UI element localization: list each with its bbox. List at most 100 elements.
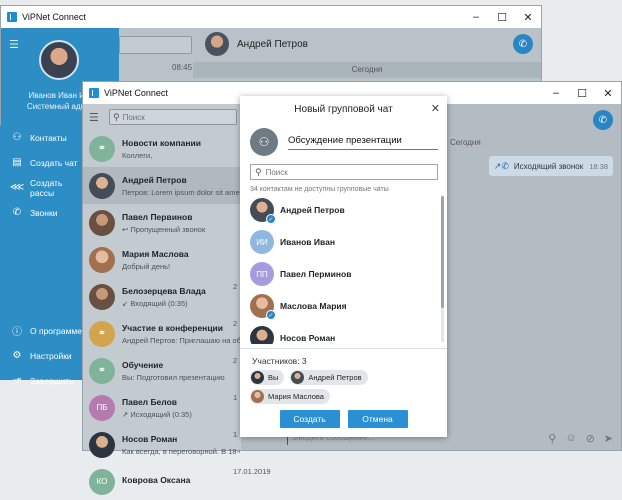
maximize-icon[interactable]: ☐ bbox=[489, 6, 515, 28]
avatar: ✓ bbox=[250, 294, 276, 320]
conversation-list: ☰ ⚲ Поиск ⚭ Новости компании Коллеги, Андре… bbox=[83, 104, 271, 495]
search-input[interactable]: ⚲ Поиск bbox=[109, 109, 237, 125]
search-icon: ⚲ bbox=[255, 166, 262, 177]
list-item[interactable]: ⚭ Новости компании Коллеги, bbox=[83, 130, 241, 167]
avatar bbox=[89, 246, 115, 273]
person-icon: ⚇ bbox=[12, 132, 22, 143]
close-icon[interactable]: ✕ bbox=[595, 82, 621, 104]
sidebar-item-info[interactable]: ⓘ О программе bbox=[0, 318, 82, 343]
contact-search-input[interactable]: ⚲ Поиск bbox=[250, 164, 438, 180]
avatar: ⚭ bbox=[89, 320, 115, 347]
close-icon[interactable]: ✕ bbox=[515, 6, 541, 28]
sidebar-item-phone[interactable]: ✆ Звонки bbox=[0, 200, 82, 225]
minimize-icon[interactable]: – bbox=[463, 6, 489, 28]
sidebar-item-gear[interactable]: ⚙ Настройки bbox=[0, 343, 82, 368]
contact-row[interactable]: ✓ Маслова Мария bbox=[246, 290, 442, 322]
outgoing-call-icon: ↗✆ bbox=[493, 160, 509, 171]
conversation-date: 17.01.2019 bbox=[233, 467, 271, 476]
avatar: ИИ bbox=[250, 230, 274, 254]
cancel-button[interactable]: Отмена bbox=[347, 410, 408, 428]
conversation-preview: Петров: Lorem ipsum dolor sit amet bbox=[122, 187, 240, 197]
contact-name: Павел Перминов bbox=[280, 269, 352, 279]
conversation-name: Участие в конференции bbox=[122, 322, 223, 333]
hamburger-icon[interactable]: ☰ bbox=[89, 111, 103, 124]
list-item[interactable]: КО Коврова Оксана 17.01.2019 bbox=[83, 463, 271, 500]
conversation-name: Обучение bbox=[122, 359, 164, 370]
avatar: ⚭ bbox=[89, 135, 115, 162]
close-icon[interactable]: ✕ bbox=[431, 102, 440, 115]
participant-chip[interactable]: Мария Маслова bbox=[250, 389, 330, 404]
avatar: ✓ bbox=[250, 198, 276, 224]
avatar: ПБ bbox=[89, 394, 115, 421]
list-item[interactable]: Андрей Петров Петров: Lorem ipsum dolor s… bbox=[83, 167, 241, 204]
hamburger-icon[interactable]: ☰ bbox=[9, 38, 19, 51]
conversation-name: Белозерцева Влада bbox=[122, 285, 206, 296]
contact-list: ✓ Андрей Петров ИИ Иванов Иван ПП Павел Перми… bbox=[246, 194, 442, 344]
minimize-icon[interactable]: – bbox=[543, 82, 569, 104]
list-item[interactable]: Носов Роман Как всегда, в переговорной. В… bbox=[83, 426, 241, 463]
participant-chip[interactable]: Вы bbox=[250, 370, 285, 385]
avatar bbox=[291, 371, 305, 384]
maximize-icon[interactable]: ☐ bbox=[569, 82, 595, 104]
avatar bbox=[251, 371, 264, 384]
conversation-date: 2 bbox=[233, 356, 238, 365]
search-icon[interactable]: ⚲ bbox=[548, 432, 556, 445]
sidebar-item-person[interactable]: ⚇ Контакты bbox=[0, 125, 82, 150]
sidebar-item-label: Создать рассы bbox=[30, 177, 63, 198]
phone-icon[interactable]: ✆ bbox=[593, 110, 613, 130]
list-item[interactable]: ⚭ Обучение Вы: Подготовил презентацию 2 bbox=[83, 352, 241, 389]
conversation-name: Новости компании bbox=[122, 137, 201, 148]
avatar[interactable] bbox=[39, 40, 79, 80]
conversation-name: Павел Белов bbox=[122, 396, 177, 407]
sidebar-item-label: Завершить bbox=[30, 375, 74, 386]
app-logo-icon bbox=[89, 88, 99, 98]
conversation-date: 2 bbox=[233, 319, 238, 328]
back-search-input[interactable] bbox=[119, 36, 192, 54]
avatar: ПП bbox=[250, 262, 274, 286]
list-item[interactable]: Белозерцева Влада ↙ Входящий (0:35) 2 bbox=[83, 278, 241, 315]
info-icon: ⓘ bbox=[12, 327, 22, 338]
conversation-preview: Вы: Подготовил презентацию bbox=[122, 372, 225, 382]
conversation-preview: Андрей Пертов: Приглашаю на обу bbox=[122, 335, 240, 345]
gear-icon: ⚙ bbox=[12, 350, 22, 361]
avatar bbox=[89, 209, 115, 236]
dialog-title: Новый групповой чат bbox=[294, 104, 393, 115]
avatar-initials: ПП bbox=[256, 269, 268, 279]
group-avatar-icon[interactable]: ⚇ bbox=[250, 128, 278, 156]
create-button[interactable]: Создать bbox=[279, 410, 340, 428]
sidebar-item-exit[interactable]: ⇥ Завершить bbox=[0, 368, 82, 393]
list-item[interactable]: Мария Маслова Добрый день! bbox=[83, 241, 241, 278]
unavailable-note: 34 контактам не доступны групповые чаты bbox=[250, 186, 389, 193]
contact-name: Носов Роман bbox=[280, 333, 336, 343]
attach-icon[interactable]: ⊘ bbox=[586, 432, 595, 445]
contact-row[interactable]: ИИ Иванов Иван bbox=[246, 226, 442, 258]
avatar bbox=[89, 283, 115, 310]
back-time: 08:45 bbox=[172, 63, 193, 72]
phone-icon: ✆ bbox=[12, 207, 22, 218]
scrollbar-thumb[interactable] bbox=[441, 196, 444, 308]
list-item[interactable]: ⚭ Участие в конференции Андрей Пертов: При… bbox=[83, 315, 241, 352]
sidebar-item-chat[interactable]: ▤ Создать чат bbox=[0, 150, 82, 175]
conversation-name: Мария Маслова bbox=[122, 248, 189, 259]
scrollbar[interactable] bbox=[441, 196, 444, 342]
contact-row[interactable]: Носов Роман bbox=[246, 322, 442, 344]
sidebar-item-share[interactable]: ⋘ Создать рассы bbox=[0, 175, 82, 200]
chat-name-input[interactable] bbox=[288, 132, 438, 150]
share-icon: ⋘ bbox=[10, 182, 25, 193]
new-group-chat-dialog: Новый групповой чат ✕ ⚇ ⚲ Поиск 34 конта… bbox=[240, 96, 447, 437]
contact-row[interactable]: ✓ Андрей Петров bbox=[246, 194, 442, 226]
back-window-title: ViPNet Connect bbox=[22, 12, 86, 22]
conversation-date: 1 bbox=[233, 393, 238, 402]
conversation-preview: Коллеги, bbox=[122, 150, 153, 160]
sidebar-item-label: Звонки bbox=[30, 207, 58, 218]
emoji-icon[interactable]: ☺ bbox=[565, 432, 576, 445]
participant-chip[interactable]: Андрей Петров bbox=[290, 370, 368, 385]
search-placeholder: Поиск bbox=[122, 112, 145, 122]
send-icon[interactable]: ➤ bbox=[604, 432, 613, 445]
list-item[interactable]: ПБ Павел Белов ↗ Исходящий (0:35) 1 bbox=[83, 389, 241, 426]
list-item[interactable]: Павел Первинов ↩ Пропущенный звонок bbox=[83, 204, 241, 241]
phone-icon[interactable]: ✆ bbox=[513, 34, 533, 54]
conversation-date: 1 bbox=[233, 430, 238, 439]
conversation-preview: Как всегда, в переговорной. В 18-00 bbox=[122, 446, 240, 456]
contact-row[interactable]: ПП Павел Перминов bbox=[246, 258, 442, 290]
